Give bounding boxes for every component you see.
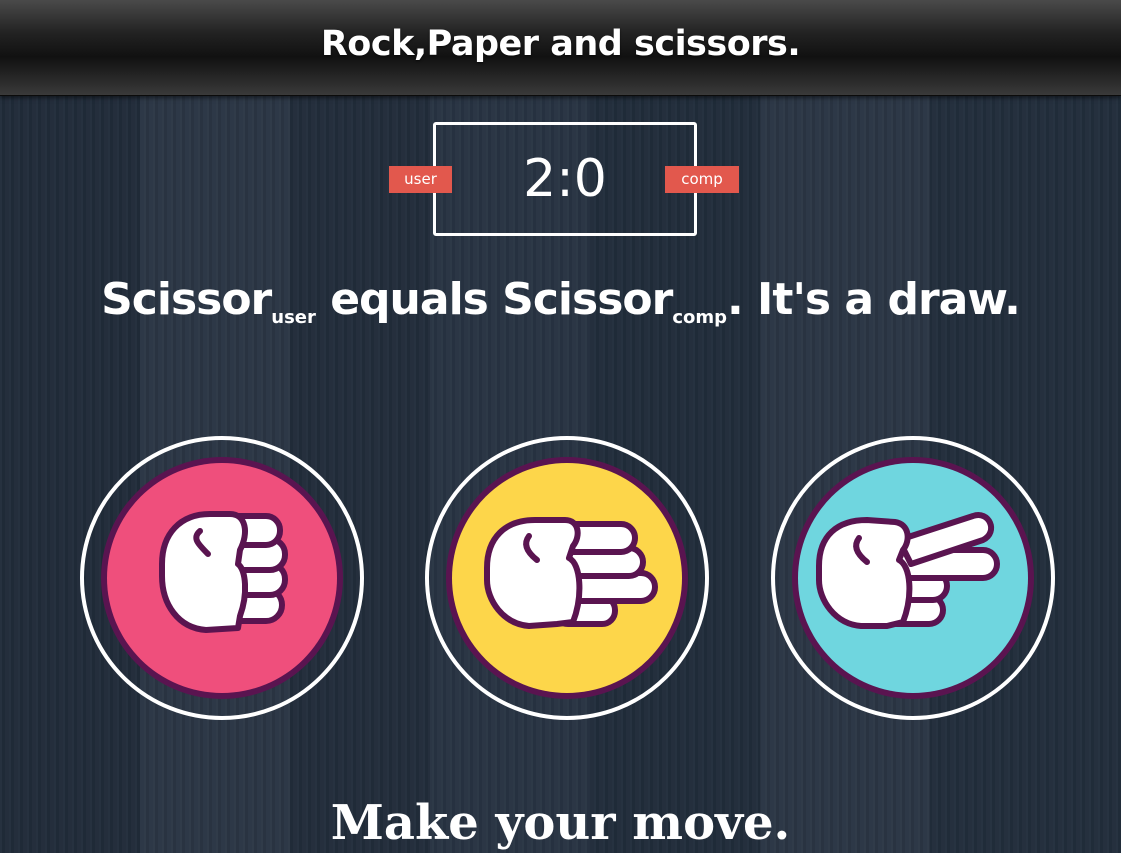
scissors-button[interactable] [771, 436, 1055, 720]
user-subscript: user [271, 307, 316, 328]
rock-button[interactable] [80, 436, 364, 720]
result-outcome: . It's a draw. [727, 274, 1021, 325]
move-prompt: Make your move. [330, 795, 791, 851]
game-title: Rock,Paper and scissors. [320, 24, 801, 64]
paper-graphic [446, 457, 688, 699]
score-display: 2:0 [523, 149, 607, 209]
scoreboard: 2:0 [433, 122, 697, 236]
paper-button[interactable] [425, 436, 709, 720]
scissors-graphic [792, 457, 1034, 699]
comp-badge: comp [665, 166, 739, 193]
result-message: Scissoruser equals Scissorcomp. It's a d… [0, 268, 1121, 350]
comp-choice-text: Scissor [502, 274, 673, 325]
rock-graphic [101, 457, 343, 699]
fist-icon [159, 511, 288, 633]
result-verb: equals [315, 274, 503, 325]
user-badge: user [389, 166, 452, 193]
title-bar: Rock,Paper and scissors. [0, 0, 1121, 96]
comp-subscript: comp [672, 307, 728, 328]
user-choice-text: Scissor [101, 274, 272, 325]
